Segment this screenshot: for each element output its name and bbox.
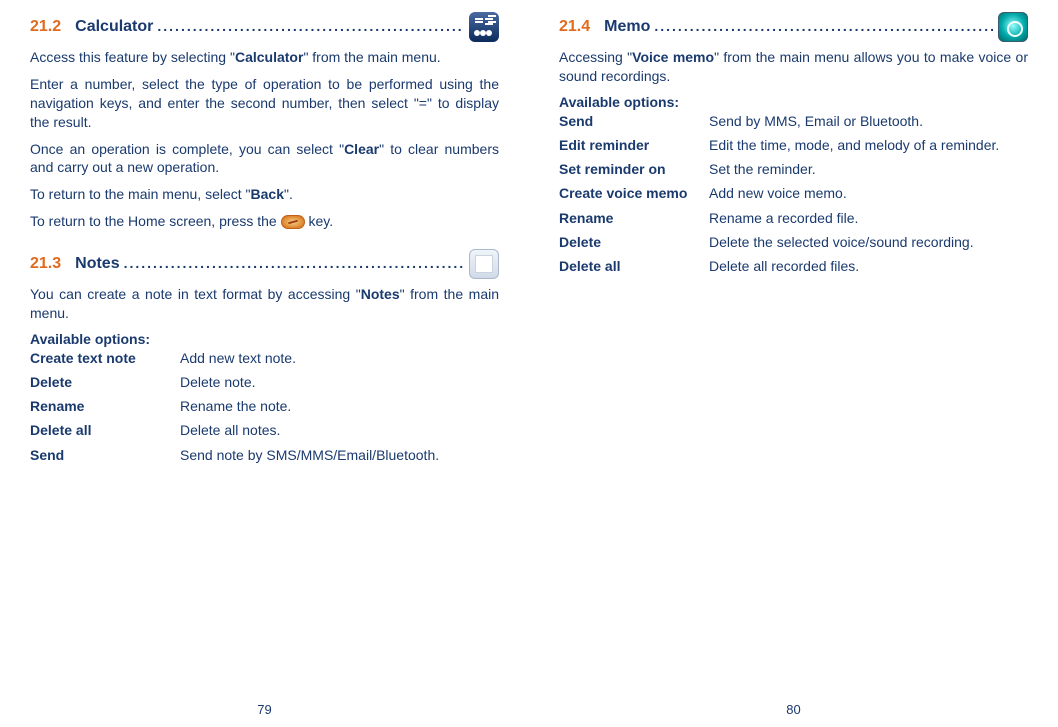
option-row: Create text note Add new text note. <box>30 349 499 367</box>
option-label: Delete <box>559 233 709 251</box>
option-desc: Delete all recorded files. <box>709 257 1028 275</box>
option-label: Set reminder on <box>559 160 709 178</box>
option-desc: Rename the note. <box>180 397 499 415</box>
text: " from the main menu. <box>303 49 440 65</box>
option-row: Set reminder on Set the reminder. <box>559 160 1028 178</box>
text: key. <box>305 213 334 229</box>
text: ". <box>284 186 293 202</box>
para: To return to the Home screen, press the … <box>30 212 499 231</box>
section-title: Memo <box>604 18 650 36</box>
leader-dots: ........................................… <box>157 18 465 36</box>
text: Access this feature by selecting " <box>30 49 235 65</box>
option-desc: Send by MMS, Email or Bluetooth. <box>709 112 1028 130</box>
option-desc: Add new voice memo. <box>709 184 1028 202</box>
option-label: Delete all <box>30 421 180 439</box>
option-desc: Send note by SMS/MMS/Email/Bluetooth. <box>180 446 499 464</box>
para: Accessing "Voice memo" from the main men… <box>559 48 1028 86</box>
option-label: Send <box>30 446 180 464</box>
section-heading-notes: 21.3 Notes .............................… <box>30 249 499 279</box>
option-label: Delete all <box>559 257 709 275</box>
para: You can create a note in text format by … <box>30 285 499 323</box>
para: Enter a number, select the type of opera… <box>30 75 499 132</box>
voice-memo-icon <box>998 12 1028 42</box>
para: Access this feature by selecting "Calcul… <box>30 48 499 67</box>
option-row: Create voice memo Add new voice memo. <box>559 184 1028 202</box>
option-desc: Delete the selected voice/sound recordin… <box>709 233 1028 251</box>
option-desc: Edit the time, mode, and melody of a rem… <box>709 136 1028 154</box>
section-number: 21.3 <box>30 255 61 273</box>
section-title: Notes <box>75 255 119 273</box>
option-label: Delete <box>30 373 180 391</box>
text: You can create a note in text format by … <box>30 286 361 302</box>
bold-term: Voice memo <box>632 49 714 65</box>
text: To return to the main menu, select " <box>30 186 251 202</box>
end-key-icon <box>281 215 305 229</box>
section-number: 21.2 <box>30 18 61 36</box>
text: To return to the Home screen, press the <box>30 213 281 229</box>
leader-dots: ........................................… <box>654 18 994 36</box>
bold-term: Calculator <box>235 49 303 65</box>
section-title: Calculator <box>75 18 153 36</box>
page-left: 21.2 Calculator ........................… <box>0 0 529 727</box>
option-label: Send <box>559 112 709 130</box>
page-number: 80 <box>529 702 1058 717</box>
option-row: Delete all Delete all notes. <box>30 421 499 439</box>
option-row: Send Send note by SMS/MMS/Email/Bluetoot… <box>30 446 499 464</box>
section-number: 21.4 <box>559 18 590 36</box>
option-desc: Delete all notes. <box>180 421 499 439</box>
para: To return to the main menu, select "Back… <box>30 185 499 204</box>
notes-icon <box>469 249 499 279</box>
option-label: Create voice memo <box>559 184 709 202</box>
option-label: Edit reminder <box>559 136 709 154</box>
option-row: Delete Delete the selected voice/sound r… <box>559 233 1028 251</box>
option-row: Delete Delete note. <box>30 373 499 391</box>
para: Once an operation is complete, you can s… <box>30 140 499 178</box>
option-row: Delete all Delete all recorded files. <box>559 257 1028 275</box>
option-label: Rename <box>559 209 709 227</box>
text: Accessing " <box>559 49 632 65</box>
option-label: Create text note <box>30 349 180 367</box>
text: Once an operation is complete, you can s… <box>30 141 344 157</box>
calculator-icon <box>469 12 499 42</box>
leader-dots: ........................................… <box>124 255 465 273</box>
option-desc: Delete note. <box>180 373 499 391</box>
page-right: 21.4 Memo ..............................… <box>529 0 1058 727</box>
option-row: Rename Rename the note. <box>30 397 499 415</box>
bold-term: Clear <box>344 141 379 157</box>
option-label: Rename <box>30 397 180 415</box>
section-heading-memo: 21.4 Memo ..............................… <box>559 12 1028 42</box>
section-heading-calculator: 21.2 Calculator ........................… <box>30 12 499 42</box>
option-row: Edit reminder Edit the time, mode, and m… <box>559 136 1028 154</box>
option-row: Send Send by MMS, Email or Bluetooth. <box>559 112 1028 130</box>
option-desc: Set the reminder. <box>709 160 1028 178</box>
bold-term: Notes <box>361 286 400 302</box>
bold-term: Back <box>251 186 284 202</box>
option-desc: Add new text note. <box>180 349 499 367</box>
option-desc: Rename a recorded file. <box>709 209 1028 227</box>
option-row: Rename Rename a recorded file. <box>559 209 1028 227</box>
page-number: 79 <box>0 702 529 717</box>
options-title: Available options: <box>30 331 499 347</box>
options-title: Available options: <box>559 94 1028 110</box>
